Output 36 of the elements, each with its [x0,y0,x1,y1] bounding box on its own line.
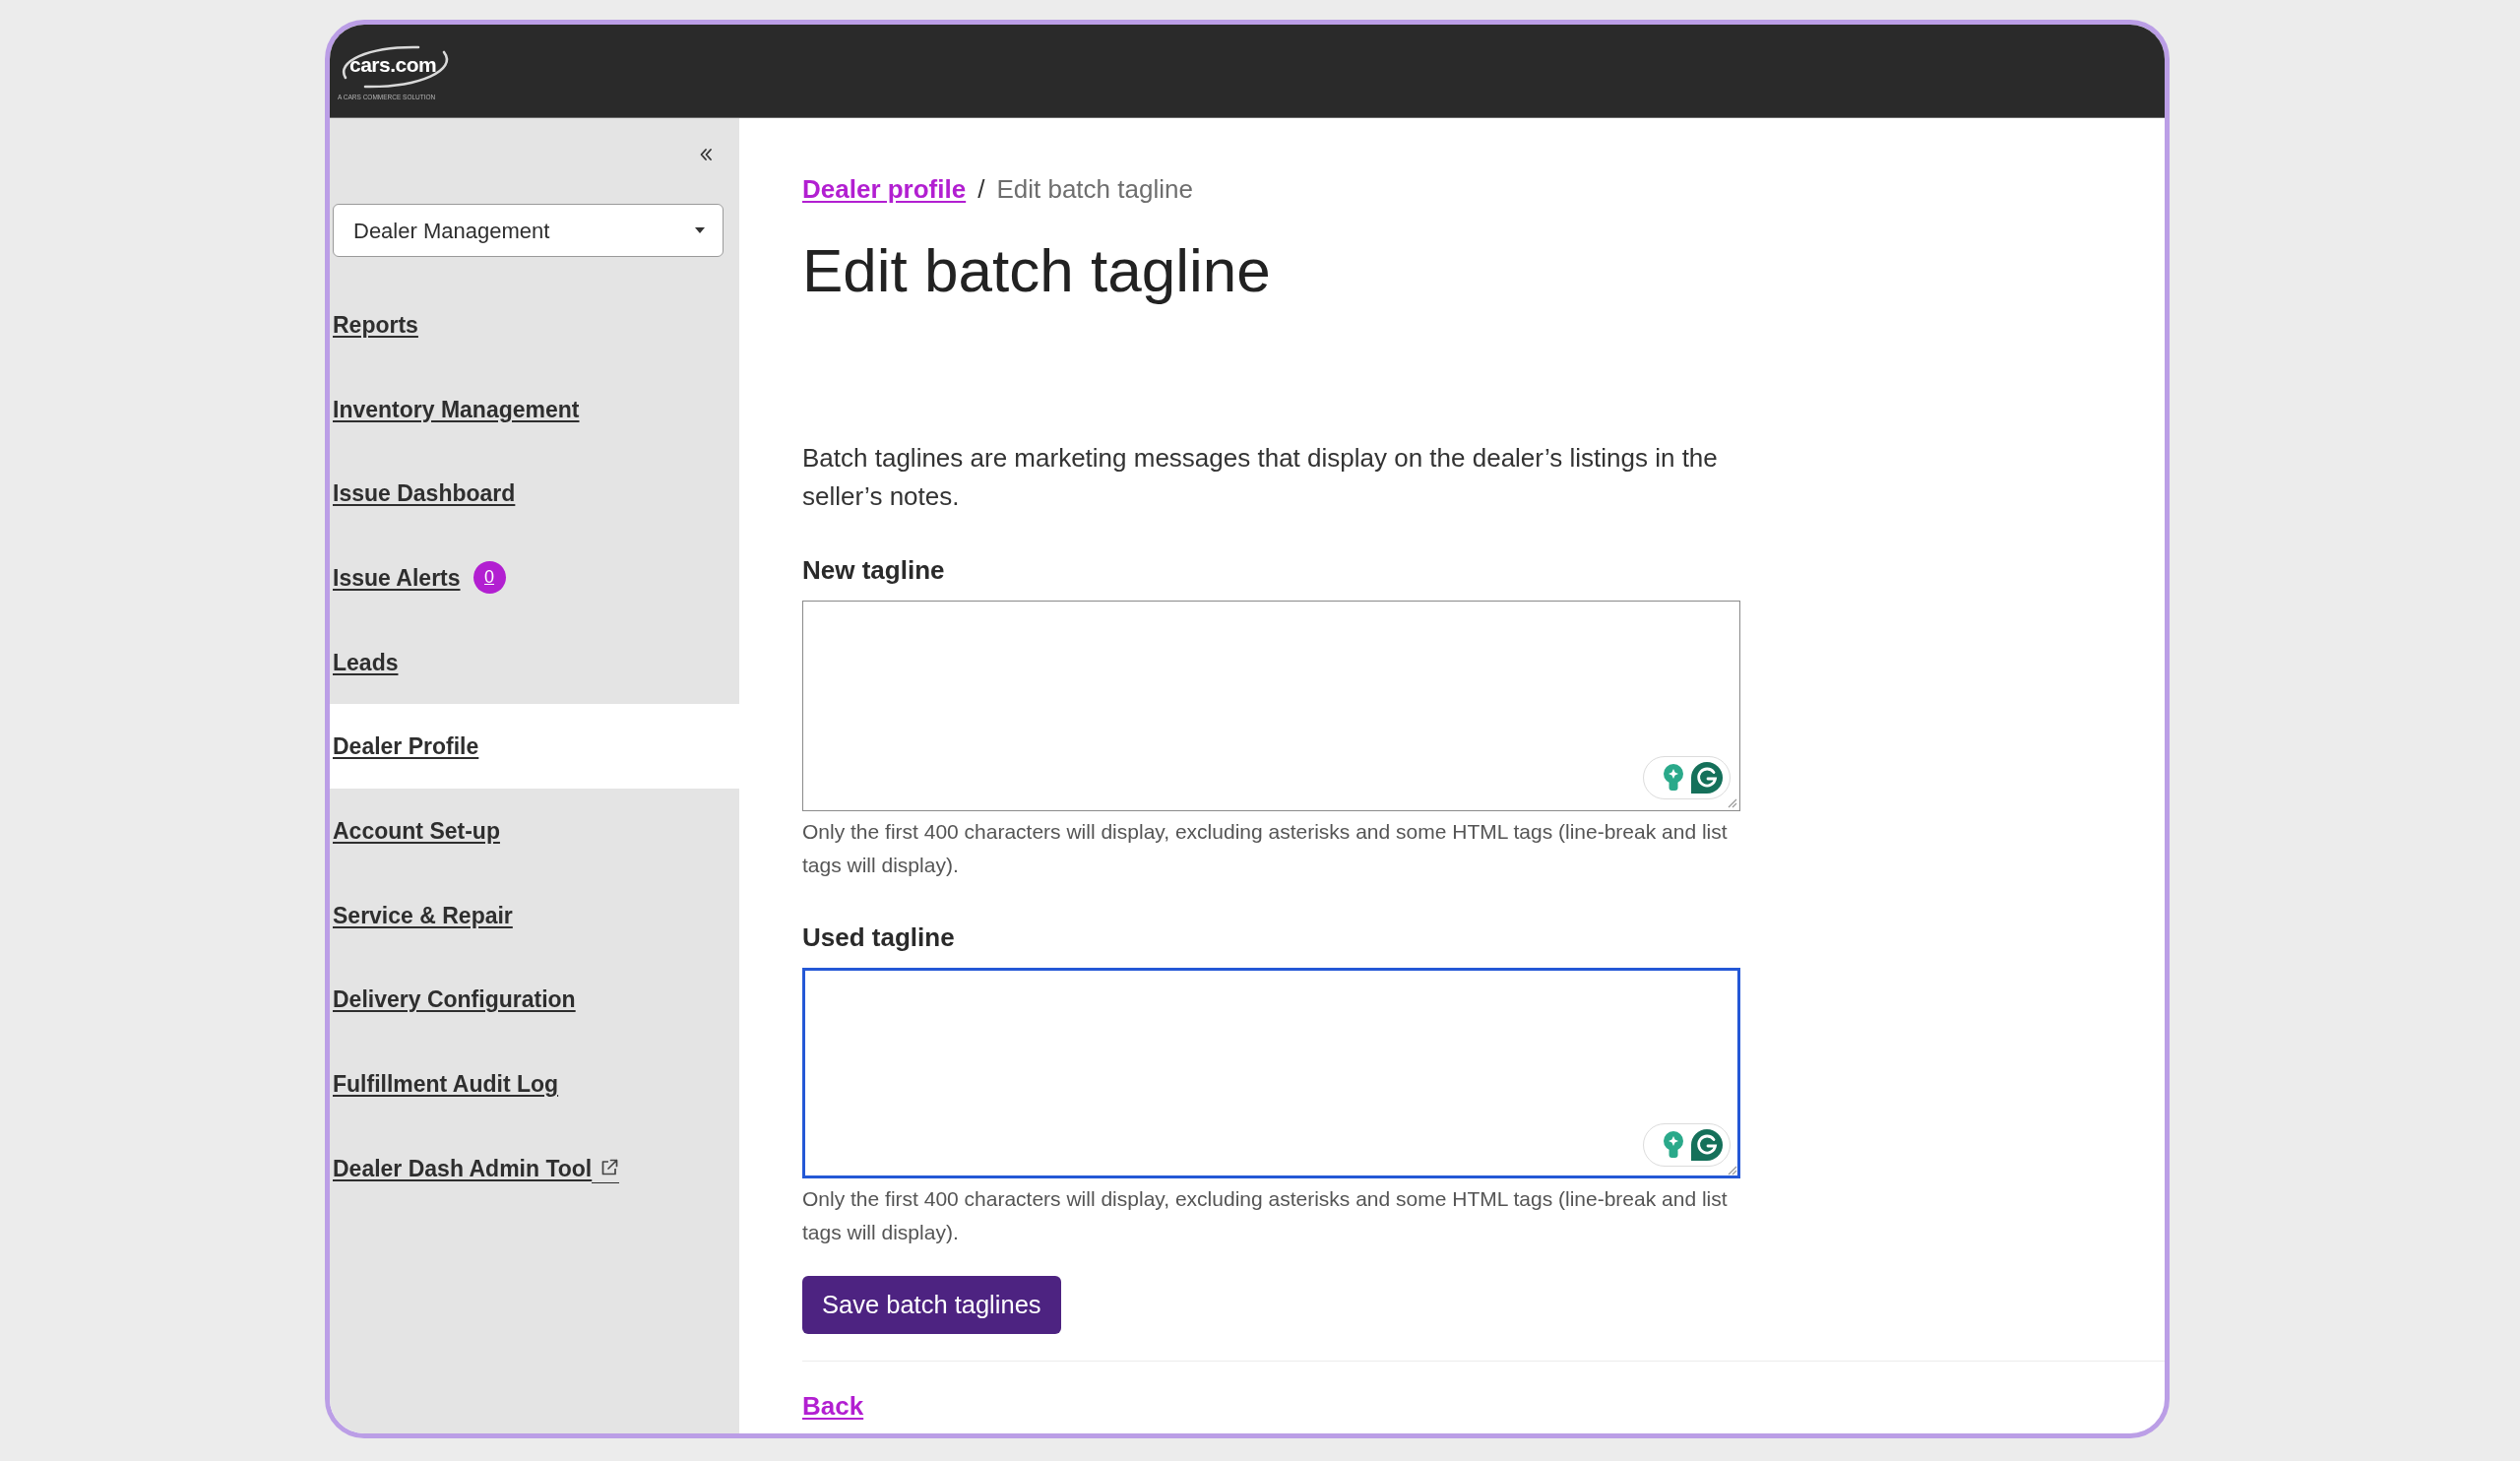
section-dropdown[interactable]: Dealer Management [333,204,724,257]
tagline-field[interactable] [802,601,1740,811]
lightbulb-icon[interactable] [1663,1131,1684,1159]
breadcrumb-link[interactable]: Dealer profile [802,169,967,209]
sidebar-link[interactable]: Account Set-up [333,815,500,846]
description-text: Batch taglines are marketing messages that display on the dealer’s listings in the seller’s notes. [802,442,1719,513]
tagline-field[interactable] [802,968,1740,1178]
g-badge-icon[interactable] [1690,761,1724,794]
breadcrumb-separator: / [977,172,985,206]
resize-grip-icon[interactable] [1728,798,1737,808]
breadcrumb-current: Edit batch tagline [996,172,1193,206]
count-badge: 0 [472,561,506,595]
help-text: Only the first 400 characters will display, excluding asterisks and some HTML tags (line-break and list tags will display). [802,1186,1729,1245]
sidebar-link[interactable]: Dealer Profile [333,731,479,762]
caret-down-icon [695,227,705,233]
resize-grip-icon[interactable] [1728,1166,1737,1175]
sidebar-link[interactable]: Reports [333,309,418,340]
field-label: Used tagline [802,921,955,954]
sidebar-link[interactable]: Fulfillment Audit Log [333,1069,559,1100]
g-badge-icon[interactable] [1690,1128,1724,1162]
sidebar-link[interactable]: Dealer Dash Admin Tool [333,1153,620,1183]
sidebar-link[interactable]: Leads [333,647,399,677]
back-link[interactable]: Back [802,1391,864,1421]
help-text: Only the first 400 characters will display, excluding asterisks and some HTML tags (line-break and list tags will display). [802,819,1729,878]
lightbulb-icon[interactable] [1663,764,1684,792]
double-chevron-left-icon [699,148,713,161]
logo-wordmark: cars.com [349,52,437,78]
save-button[interactable]: Save batch taglines [802,1276,1061,1334]
collapse-sidebar-button[interactable] [699,148,713,161]
sidebar-link[interactable]: Issue Alerts [333,562,461,593]
sidebar-link[interactable]: Delivery Configuration [333,985,576,1015]
page-title: Edit batch tagline [802,235,1271,306]
field-label: New tagline [802,554,945,587]
sidebar-link[interactable]: Service & Repair [333,900,513,930]
sidebar-link[interactable]: Issue Dashboard [333,478,516,509]
sidebar-link[interactable]: Inventory Management [333,394,580,424]
